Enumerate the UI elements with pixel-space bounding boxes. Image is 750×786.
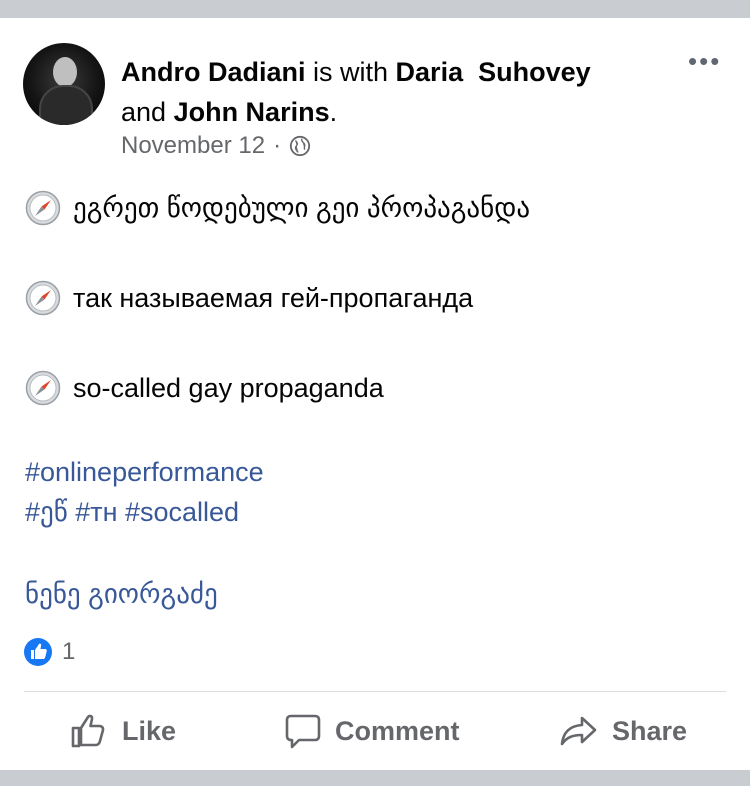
globe-icon[interactable] xyxy=(289,135,311,157)
facebook-post: Andro Dadiani is with Daria Suhovey and … xyxy=(0,18,750,770)
post-line-english: so-called gay propaganda xyxy=(25,370,384,406)
comment-button[interactable]: Comment xyxy=(285,712,460,750)
meta-separator: · xyxy=(273,132,282,159)
with-text: is with xyxy=(305,57,396,87)
share-button[interactable]: Share xyxy=(560,712,687,750)
reaction-count: 1 xyxy=(62,638,76,665)
action-bar: Like Comment Share xyxy=(0,712,750,760)
post-text-line: так называемая гей-пропаганда xyxy=(73,282,474,313)
tagged-user-1[interactable]: Daria Suhovey xyxy=(396,57,591,87)
divider xyxy=(24,691,726,692)
more-icon[interactable]: ••• xyxy=(688,48,721,74)
like-label: Like xyxy=(122,715,177,746)
post-line-russian: так называемая гей-пропаганда xyxy=(25,280,473,316)
like-reaction-icon xyxy=(24,638,52,666)
mention-link[interactable]: ნენე გიორგაძე xyxy=(25,574,218,614)
post-header: Andro Dadiani is with Daria Suhovey and … xyxy=(121,52,661,132)
post-date[interactable]: November 12 xyxy=(121,132,265,160)
hashtags: #onlineperformance #ეწ #тн #socalled xyxy=(25,452,264,532)
hashtag-line-1[interactable]: #onlineperformance xyxy=(25,452,264,492)
comment-label: Comment xyxy=(335,715,460,746)
compass-icon xyxy=(25,280,61,316)
tagged-user-2[interactable]: John Narins xyxy=(174,97,330,127)
avatar-head xyxy=(53,57,77,87)
and-text: and xyxy=(121,97,174,127)
author-name[interactable]: Andro Dadiani xyxy=(121,57,306,87)
avatar[interactable] xyxy=(23,43,105,125)
compass-icon xyxy=(25,190,61,226)
period: . xyxy=(329,97,338,127)
share-label: Share xyxy=(612,715,688,746)
hashtag-line-2[interactable]: #ეწ #тн #socalled xyxy=(25,492,264,532)
like-icon xyxy=(71,714,105,748)
avatar-body xyxy=(39,85,93,125)
post-text-line: ეგრეთ წოდებული გეი პროპაგანდა xyxy=(73,192,531,223)
post-meta: November 12 · xyxy=(121,132,311,160)
comment-icon xyxy=(285,714,321,749)
like-button[interactable]: Like xyxy=(70,712,176,750)
post-text-line: so-called gay propaganda xyxy=(73,372,384,403)
compass-icon xyxy=(25,370,61,406)
share-icon xyxy=(560,716,597,746)
reaction-summary[interactable]: 1 xyxy=(24,638,75,666)
post-line-georgian: ეგრეთ წოდებული გეი პროპაგანდა xyxy=(25,190,530,226)
